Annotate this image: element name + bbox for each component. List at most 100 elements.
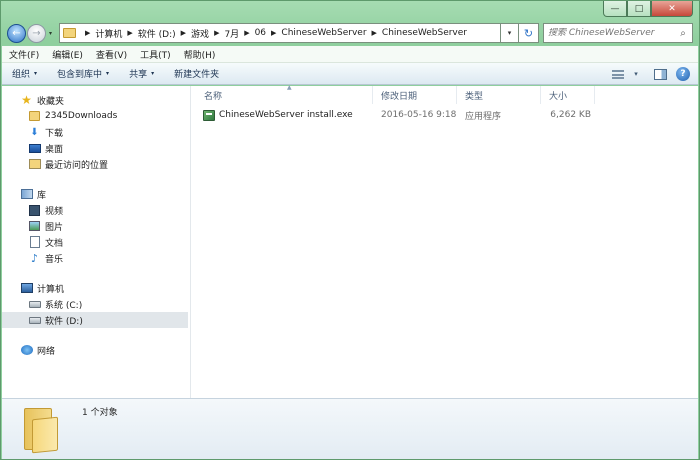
nav-libraries[interactable]: 库 xyxy=(2,186,190,202)
nav-item-recent-places[interactable]: 最近访问的位置 xyxy=(2,156,190,172)
nav-label: 2345Downloads xyxy=(45,111,118,121)
column-type[interactable]: 类型 xyxy=(457,86,541,104)
search-input[interactable] xyxy=(548,28,674,38)
nav-item-videos[interactable]: 视频 xyxy=(2,202,190,218)
search-box[interactable]: ⌕ xyxy=(543,23,693,43)
new-folder-button[interactable]: 新建文件夹 xyxy=(174,67,219,80)
breadcrumb-item[interactable]: 游戏 ▶ xyxy=(191,27,224,40)
music-note-icon: ♪ xyxy=(30,251,39,265)
computer-icon xyxy=(20,283,33,293)
nav-computer[interactable]: 计算机 xyxy=(2,280,190,296)
include-library-label: 包含到库中 xyxy=(57,70,103,80)
change-view-button[interactable] xyxy=(610,66,626,82)
nav-label: 网络 xyxy=(37,346,56,357)
breadcrumb-root-arrow[interactable]: ▶ xyxy=(80,29,95,37)
folder-icon xyxy=(63,28,76,38)
computer-group: 计算机 系统 (C:) 软件 (D:) xyxy=(2,280,190,328)
breadcrumb-item[interactable]: ChineseWebServer ▶ xyxy=(281,28,381,38)
minimize-button[interactable]: — xyxy=(603,1,627,17)
breadcrumb-item[interactable]: 计算机 ▶ xyxy=(95,27,137,40)
folder-icon xyxy=(29,111,40,121)
desktop-icon xyxy=(28,143,41,153)
folder-large-icon xyxy=(22,406,64,454)
nav-favorites[interactable]: ★ 收藏夹 xyxy=(2,92,190,108)
recent-pages-dropdown[interactable]: ▾ xyxy=(46,30,55,37)
help-icon[interactable]: ? xyxy=(676,67,690,81)
back-button[interactable]: ← xyxy=(7,23,26,43)
explorer-window: — □ ✕ ← → ▾ ▶ 计算机 ▶ 软件 (D:) ▶ 游戏 ▶ 7月 ▶ 06 ▶ … xyxy=(0,0,700,460)
breadcrumb-separator: ▶ xyxy=(244,29,250,37)
menu-tools[interactable]: 工具(T) xyxy=(140,48,171,61)
menu-edit[interactable]: 编辑(E) xyxy=(52,48,83,61)
chevron-down-icon: ▾ xyxy=(34,70,38,77)
nav-item-music[interactable]: ♪ 音乐 xyxy=(2,250,190,266)
libraries-group: 库 视频 图片 文档 ♪ 音乐 xyxy=(2,186,190,266)
maximize-button[interactable]: □ xyxy=(627,1,651,17)
menu-file[interactable]: 文件(F) xyxy=(9,48,39,61)
share-button[interactable]: 共享 ▾ xyxy=(129,67,154,80)
nav-label: 系统 (C:) xyxy=(45,300,83,311)
command-bar-right: ▾ ? xyxy=(602,66,690,82)
chevron-down-icon: ▾ xyxy=(106,70,110,77)
menu-help[interactable]: 帮助(H) xyxy=(184,48,216,61)
favorites-group: ★ 收藏夹 2345Downloads ⬇ 下载 桌面 最近访问的位置 xyxy=(2,92,190,172)
nav-item-desktop[interactable]: 桌面 xyxy=(2,140,190,156)
nav-label: 最近访问的位置 xyxy=(45,160,109,171)
network-group: 网络 xyxy=(2,342,190,358)
address-bar[interactable]: ▶ 计算机 ▶ 软件 (D:) ▶ 游戏 ▶ 7月 ▶ 06 ▶ ChineseWebSe… xyxy=(59,23,501,43)
organize-label: 组织 xyxy=(12,70,31,80)
nav-item-pictures[interactable]: 图片 xyxy=(2,218,190,234)
column-date-modified[interactable]: 修改日期 xyxy=(373,86,457,104)
caption-buttons: — □ ✕ xyxy=(603,1,693,17)
close-button[interactable]: ✕ xyxy=(651,1,693,17)
menu-bar: 文件(F) 编辑(E) 查看(V) 工具(T) 帮助(H) xyxy=(2,46,698,63)
address-dropdown-button[interactable]: ▾ xyxy=(501,23,519,43)
nav-item-drive-c[interactable]: 系统 (C:) xyxy=(2,296,190,312)
breadcrumb-item-current[interactable]: ChineseWebServer xyxy=(382,28,467,38)
nav-label: 图片 xyxy=(45,222,64,233)
breadcrumb-separator: ▶ xyxy=(214,29,220,37)
file-name-cell: ChineseWebServer install.exe xyxy=(191,109,373,121)
nav-label: 计算机 xyxy=(37,284,65,295)
file-list: ▲ 名称 修改日期 类型 大小 ChineseWebServer install… xyxy=(191,84,698,398)
file-row[interactable]: ChineseWebServer install.exe 2016-05-16 … xyxy=(191,106,698,124)
nav-label: 收藏夹 xyxy=(37,96,65,107)
share-label: 共享 xyxy=(129,70,148,80)
chevron-down-icon: ▾ xyxy=(151,70,155,77)
column-size[interactable]: 大小 xyxy=(541,86,595,104)
include-in-library-button[interactable]: 包含到库中 ▾ xyxy=(57,67,109,80)
main-content: ★ 收藏夹 2345Downloads ⬇ 下载 桌面 最近访问的位置 库 视频 图… xyxy=(2,84,698,398)
search-icon[interactable]: ⌕ xyxy=(674,28,692,39)
breadcrumb-label: 计算机 xyxy=(95,29,123,40)
forward-button[interactable]: → xyxy=(27,23,46,43)
item-count: 1 个对象 xyxy=(82,408,118,418)
nav-item-documents[interactable]: 文档 xyxy=(2,234,190,250)
application-icon xyxy=(203,109,215,121)
address-row: ← → ▾ ▶ 计算机 ▶ 软件 (D:) ▶ 游戏 ▶ 7月 ▶ 06 ▶ Chines… xyxy=(7,22,693,44)
breadcrumb-label: 06 xyxy=(254,28,267,38)
video-icon xyxy=(29,204,40,216)
network-icon xyxy=(20,345,33,355)
nav-item-downloads[interactable]: ⬇ 下载 xyxy=(2,124,190,140)
preview-pane-button[interactable] xyxy=(652,66,668,82)
menu-view[interactable]: 查看(V) xyxy=(96,48,127,61)
file-date: 2016-05-16 9:18 xyxy=(381,110,457,120)
breadcrumb-item[interactable]: 06 ▶ xyxy=(255,28,282,38)
nav-network[interactable]: 网络 xyxy=(2,342,190,358)
breadcrumb-item[interactable]: 7月 ▶ xyxy=(224,27,254,40)
file-type: 应用程序 xyxy=(465,111,502,122)
organize-button[interactable]: 组织 ▾ xyxy=(12,67,37,80)
breadcrumb-item[interactable]: 软件 (D:) ▶ xyxy=(138,27,191,40)
refresh-icon[interactable]: ↻ xyxy=(519,23,539,43)
more-views-dropdown[interactable]: ▾ xyxy=(628,66,644,82)
breadcrumb-label: 7月 xyxy=(224,29,240,40)
column-name[interactable]: 名称 xyxy=(191,86,373,104)
command-bar: 组织 ▾ 包含到库中 ▾ 共享 ▾ 新建文件夹 ▾ ? xyxy=(2,63,698,85)
download-arrow-icon: ⬇ xyxy=(30,126,39,138)
breadcrumb-separator: ▶ xyxy=(371,29,377,37)
nav-item-2345downloads[interactable]: 2345Downloads xyxy=(2,108,190,124)
column-header: ▲ 名称 修改日期 类型 大小 xyxy=(191,84,698,104)
breadcrumb-label: 软件 (D:) xyxy=(137,29,176,40)
nav-label: 音乐 xyxy=(45,254,64,265)
nav-item-drive-d[interactable]: 软件 (D:) xyxy=(2,312,188,328)
